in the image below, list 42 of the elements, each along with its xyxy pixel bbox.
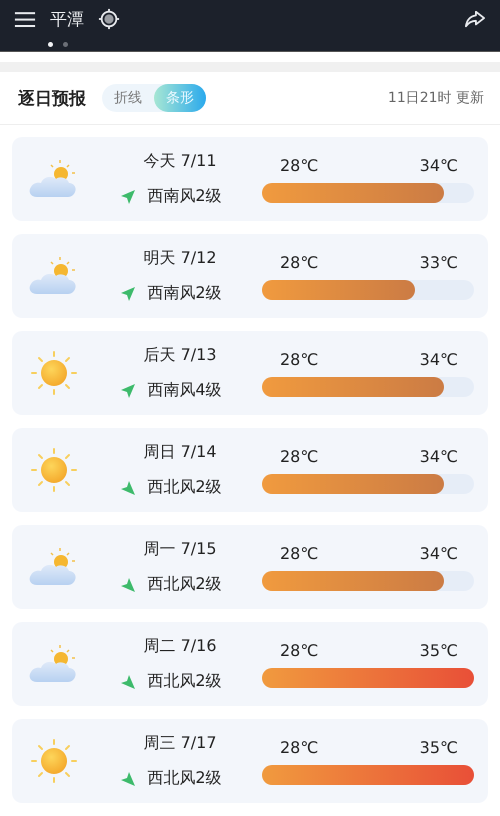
high-temperature: 34℃	[420, 156, 458, 174]
wind-arrow-icon	[120, 480, 136, 496]
wind-arrow-icon	[120, 188, 136, 204]
low-temperature: 28℃	[280, 156, 318, 174]
low-temperature: 28℃	[280, 350, 318, 368]
day-label: 周二 7/16	[142, 636, 216, 657]
wind-text: 西南风2级	[147, 283, 222, 304]
day-label: 周三 7/17	[142, 733, 216, 754]
low-temperature: 28℃	[280, 738, 318, 756]
day-label: 今天 7/11	[142, 151, 216, 172]
share-icon[interactable]	[464, 9, 486, 29]
wind-arrow-icon	[120, 286, 136, 302]
location-icon[interactable]	[98, 8, 120, 30]
high-temperature: 35℃	[420, 738, 458, 756]
update-time: 11日21时 更新	[388, 89, 484, 107]
wind-text: 西北风2级	[147, 671, 222, 692]
high-temperature: 34℃	[420, 446, 458, 466]
wind-text: 西北风2级	[147, 768, 222, 789]
day-label: 周日 7/14	[142, 442, 216, 463]
low-temperature: 28℃	[280, 252, 318, 272]
wind-text: 西南风2级	[147, 186, 222, 207]
day-label: 明天 7/12	[142, 248, 216, 269]
wind-arrow-icon	[120, 576, 136, 592]
low-temperature: 28℃	[280, 446, 318, 466]
wind-arrow-icon	[120, 770, 136, 786]
low-temperature: 28℃	[280, 544, 318, 562]
wind-arrow-icon	[120, 382, 136, 398]
city-name: 平潭	[50, 8, 84, 30]
wind-arrow-icon	[120, 674, 136, 690]
high-temperature: 33℃	[420, 252, 458, 272]
day-label: 后天 7/13	[142, 345, 216, 366]
toggle-option[interactable]: 折线	[102, 84, 154, 112]
day-label: 周一 7/15	[142, 539, 216, 560]
section-title: 逐日预报	[18, 88, 86, 110]
wind-text: 西北风2级	[147, 574, 222, 595]
high-temperature: 35℃	[420, 640, 458, 660]
high-temperature: 34℃	[420, 350, 458, 368]
low-temperature: 28℃	[280, 640, 318, 660]
wind-text: 西南风4级	[147, 380, 222, 401]
wind-text: 西北风2级	[147, 477, 222, 498]
menu-icon[interactable]	[14, 10, 36, 28]
high-temperature: 34℃	[420, 544, 458, 562]
